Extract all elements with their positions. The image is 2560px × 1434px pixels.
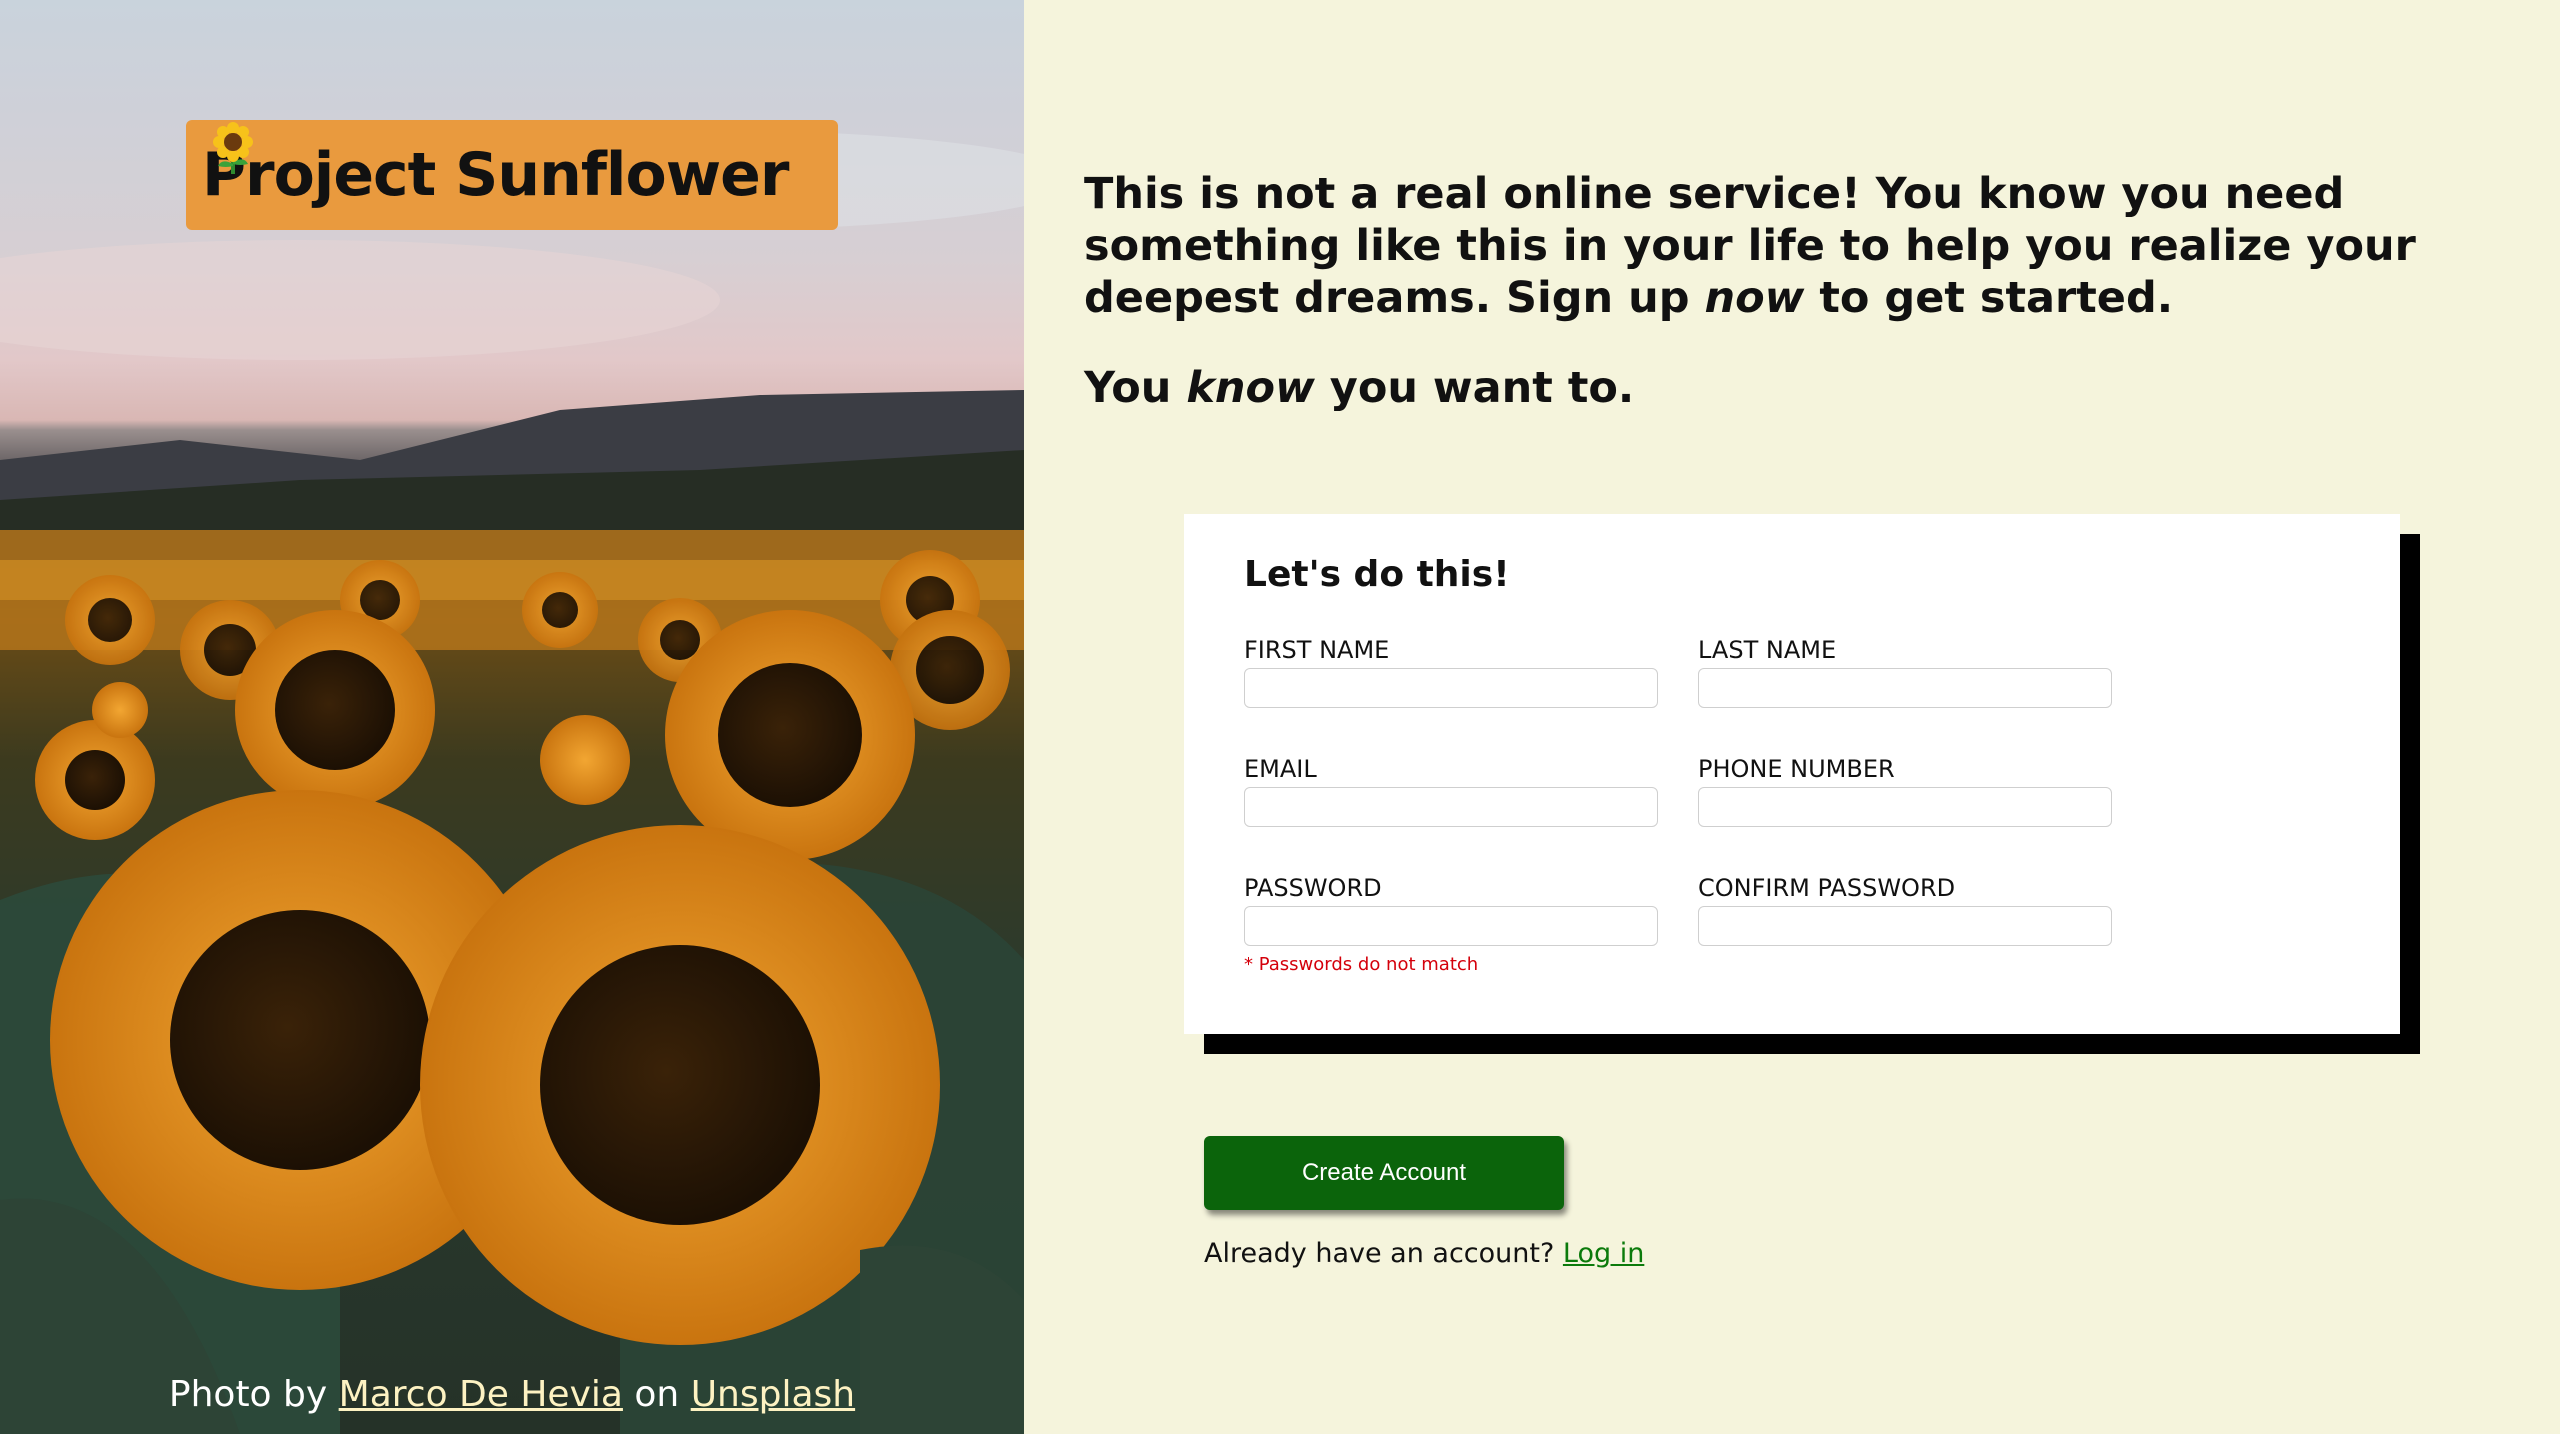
- login-prompt-text: Already have an account?: [1204, 1238, 1555, 1269]
- tagline-text: You: [1084, 363, 1187, 413]
- intro-paragraph: This is not a real online service! You k…: [1084, 168, 2504, 324]
- phone-group: Phone Number: [1698, 755, 2112, 827]
- email-label: Email: [1244, 755, 1317, 783]
- login-link[interactable]: Log in: [1563, 1238, 1644, 1269]
- logo-text: Project Sunflower: [202, 140, 789, 210]
- sunflower-icon: [213, 122, 253, 174]
- credit-site-link[interactable]: Unsplash: [691, 1374, 855, 1415]
- confirm-password-label: Confirm Password: [1698, 874, 1956, 902]
- first-name-label: First Name: [1244, 636, 1390, 664]
- tagline-text-end: you want to.: [1314, 363, 1635, 413]
- login-prompt: Already have an account? Log in: [1204, 1238, 1644, 1269]
- password-input[interactable]: [1244, 906, 1658, 946]
- credit-author-link[interactable]: Marco De Hevia: [339, 1374, 623, 1415]
- password-label: Password: [1244, 874, 1382, 902]
- email-group: Email: [1244, 755, 1658, 827]
- confirm-password-group: Confirm Password: [1698, 874, 2112, 946]
- credit-prefix: Photo by: [168, 1374, 328, 1415]
- first-name-group: First Name: [1244, 636, 1658, 708]
- credit-middle: on: [634, 1374, 680, 1415]
- photo-credit: Photo by Marco De Hevia on Unsplash: [0, 1374, 1024, 1415]
- last-name-group: Last Name: [1698, 636, 2112, 708]
- password-error-message: * Passwords do not match: [1244, 954, 1479, 975]
- confirm-password-input[interactable]: [1698, 906, 2112, 946]
- logo: Project Sunflower: [186, 120, 838, 230]
- phone-input[interactable]: [1698, 787, 2112, 827]
- intro-tagline: You know you want to.: [1084, 362, 1634, 414]
- intro-text-end: to get started.: [1804, 273, 2174, 323]
- tagline-emphasis-know: know: [1186, 363, 1315, 413]
- create-account-button[interactable]: Create Account: [1204, 1136, 1564, 1210]
- form-title: Let's do this!: [1244, 554, 1510, 595]
- password-group: Password: [1244, 874, 1658, 946]
- last-name-input[interactable]: [1698, 668, 2112, 708]
- phone-label: Phone Number: [1698, 755, 1895, 783]
- first-name-input[interactable]: [1244, 668, 1658, 708]
- signup-page: Project Sunflower Photo by Marco De Hevi…: [0, 0, 2560, 1434]
- last-name-label: Last Name: [1698, 636, 1837, 664]
- email-input[interactable]: [1244, 787, 1658, 827]
- signup-form: Let's do this! First Name Last Name Emai…: [1184, 514, 2400, 1034]
- intro-emphasis-now: now: [1704, 273, 1805, 323]
- hero-photo: Project Sunflower Photo by Marco De Hevi…: [0, 0, 1024, 1434]
